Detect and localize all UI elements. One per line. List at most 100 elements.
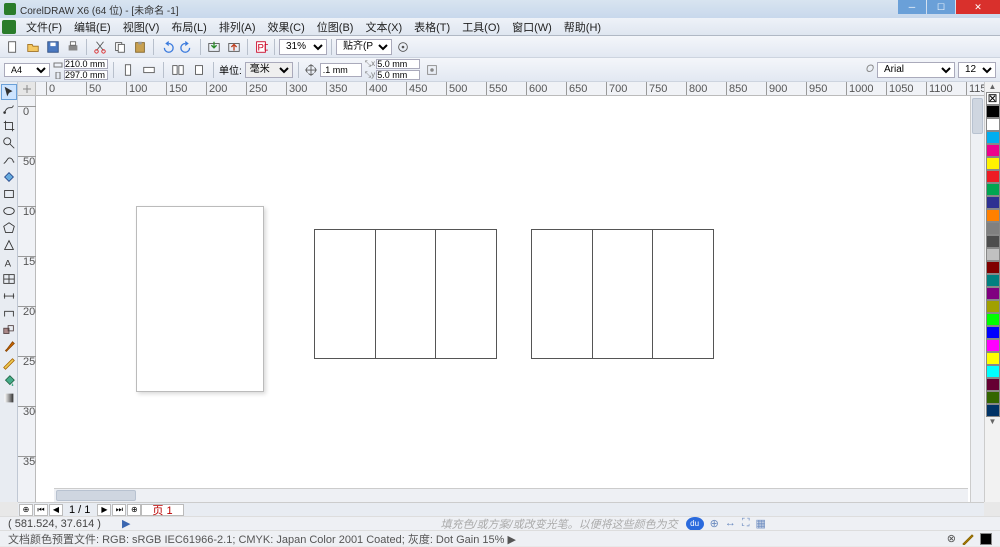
minimize-button[interactable]: ─ bbox=[898, 0, 926, 14]
canvas-area[interactable]: 0501001502002503003504004505005506006507… bbox=[18, 82, 984, 502]
crop-tool[interactable] bbox=[1, 118, 17, 134]
pick-tool[interactable] bbox=[1, 84, 17, 100]
menu-table[interactable]: 表格(T) bbox=[408, 19, 456, 35]
color-swatch[interactable] bbox=[986, 326, 1000, 339]
text-tool[interactable]: A bbox=[1, 254, 17, 270]
interactive-fill-tool[interactable] bbox=[1, 390, 17, 406]
canvas-background[interactable] bbox=[36, 96, 984, 502]
color-swatch[interactable] bbox=[986, 118, 1000, 131]
color-swatch[interactable] bbox=[986, 391, 1000, 404]
snap-dropdown[interactable]: 贴齐(P) bbox=[336, 39, 392, 55]
export-button[interactable] bbox=[225, 38, 243, 56]
redo-button[interactable] bbox=[178, 38, 196, 56]
add-page-button[interactable]: ⊕ bbox=[19, 504, 33, 516]
color-swatch[interactable] bbox=[986, 157, 1000, 170]
color-swatch[interactable] bbox=[986, 105, 1000, 118]
table-2-cell-2[interactable] bbox=[593, 230, 654, 358]
orientation-landscape-button[interactable] bbox=[140, 61, 158, 79]
color-swatch[interactable] bbox=[986, 287, 1000, 300]
interactive-tool[interactable] bbox=[1, 322, 17, 338]
current-page-button[interactable] bbox=[190, 61, 208, 79]
copy-button[interactable] bbox=[111, 38, 129, 56]
no-fill-icon[interactable]: ⊗ bbox=[947, 532, 956, 545]
no-fill-swatch[interactable]: ⊠ bbox=[986, 92, 1000, 105]
v-scroll-thumb[interactable] bbox=[972, 98, 983, 134]
ruler-origin[interactable] bbox=[18, 82, 36, 96]
baidu-icon[interactable]: du bbox=[686, 517, 704, 531]
unit-select[interactable]: 毫米 bbox=[245, 62, 293, 78]
color-swatch[interactable] bbox=[986, 404, 1000, 417]
table-object-1[interactable] bbox=[314, 229, 497, 359]
drawing-page[interactable] bbox=[136, 206, 264, 392]
options-icon[interactable] bbox=[423, 61, 441, 79]
color-swatch[interactable] bbox=[986, 170, 1000, 183]
outline-pen-icon[interactable] bbox=[962, 533, 974, 545]
maximize-button[interactable]: ☐ bbox=[927, 0, 955, 14]
table-tool[interactable] bbox=[1, 271, 17, 287]
print-button[interactable] bbox=[64, 38, 82, 56]
new-button[interactable] bbox=[4, 38, 22, 56]
menu-file[interactable]: 文件(F) bbox=[20, 19, 68, 35]
color-swatch[interactable] bbox=[986, 144, 1000, 157]
table-1-cell-1[interactable] bbox=[315, 230, 376, 358]
smart-fill-tool[interactable] bbox=[1, 169, 17, 185]
page-height-input[interactable] bbox=[64, 70, 108, 80]
color-swatch[interactable] bbox=[986, 365, 1000, 378]
dock-icon-1[interactable]: ⊕ bbox=[710, 517, 719, 530]
horizontal-scrollbar[interactable] bbox=[54, 488, 968, 502]
add-page-after-button[interactable]: ⊕ bbox=[127, 504, 141, 516]
orientation-portrait-button[interactable] bbox=[119, 61, 137, 79]
publish-pdf-button[interactable]: PDF bbox=[252, 38, 270, 56]
first-page-button[interactable]: ⏮ bbox=[34, 504, 48, 516]
zoom-level[interactable]: 31% bbox=[279, 39, 327, 55]
menu-window[interactable]: 窗口(W) bbox=[506, 19, 558, 35]
dock-icon-2[interactable]: ↔ bbox=[725, 517, 736, 530]
nudge-input[interactable] bbox=[320, 63, 362, 77]
menu-bitmap[interactable]: 位图(B) bbox=[311, 19, 360, 35]
freehand-tool[interactable] bbox=[1, 152, 17, 168]
color-swatch[interactable] bbox=[986, 222, 1000, 235]
dock-icon-4[interactable]: ▦ bbox=[756, 517, 766, 530]
options-button[interactable] bbox=[394, 38, 412, 56]
dup-y-input[interactable] bbox=[376, 70, 420, 80]
rectangle-tool[interactable] bbox=[1, 186, 17, 202]
color-swatch[interactable] bbox=[986, 131, 1000, 144]
menu-tools[interactable]: 工具(O) bbox=[456, 19, 506, 35]
menu-text[interactable]: 文本(X) bbox=[359, 19, 408, 35]
color-swatch[interactable] bbox=[986, 378, 1000, 391]
eyedropper-tool[interactable] bbox=[1, 339, 17, 355]
paste-button[interactable] bbox=[131, 38, 149, 56]
table-object-2[interactable] bbox=[531, 229, 714, 359]
menu-edit[interactable]: 编辑(E) bbox=[68, 19, 117, 35]
dock-icon-3[interactable]: ⛶ bbox=[742, 517, 750, 530]
open-button[interactable] bbox=[24, 38, 42, 56]
menu-effects[interactable]: 效果(C) bbox=[262, 19, 311, 35]
basic-shapes-tool[interactable] bbox=[1, 237, 17, 253]
prev-page-button[interactable]: ◀ bbox=[49, 504, 63, 516]
vertical-scrollbar[interactable] bbox=[970, 96, 984, 502]
color-swatch[interactable] bbox=[986, 300, 1000, 313]
dup-x-input[interactable] bbox=[376, 59, 420, 69]
palette-down-arrow[interactable]: ▼ bbox=[985, 417, 1000, 427]
outline-tool[interactable] bbox=[1, 356, 17, 372]
font-size-select[interactable]: 12 pt bbox=[958, 62, 996, 78]
table-2-cell-1[interactable] bbox=[532, 230, 593, 358]
zoom-tool[interactable] bbox=[1, 135, 17, 151]
color-swatch[interactable] bbox=[986, 248, 1000, 261]
color-swatch[interactable] bbox=[986, 196, 1000, 209]
color-swatch[interactable] bbox=[986, 352, 1000, 365]
cut-button[interactable] bbox=[91, 38, 109, 56]
menu-view[interactable]: 视图(V) bbox=[117, 19, 166, 35]
connector-tool[interactable] bbox=[1, 305, 17, 321]
all-pages-button[interactable] bbox=[169, 61, 187, 79]
save-button[interactable] bbox=[44, 38, 62, 56]
paper-size-select[interactable]: A4 bbox=[4, 63, 50, 77]
close-button[interactable]: ✕ bbox=[956, 0, 1000, 14]
dimension-tool[interactable] bbox=[1, 288, 17, 304]
fill-indicator[interactable] bbox=[980, 533, 992, 545]
last-page-button[interactable]: ⏭ bbox=[112, 504, 126, 516]
ruler-vertical[interactable]: 050100150200250300350 bbox=[18, 96, 36, 502]
menu-help[interactable]: 帮助(H) bbox=[558, 19, 607, 35]
font-select[interactable]: Arial bbox=[877, 62, 955, 78]
ruler-horizontal[interactable]: 0501001502002503003504004505005506006507… bbox=[36, 82, 984, 96]
